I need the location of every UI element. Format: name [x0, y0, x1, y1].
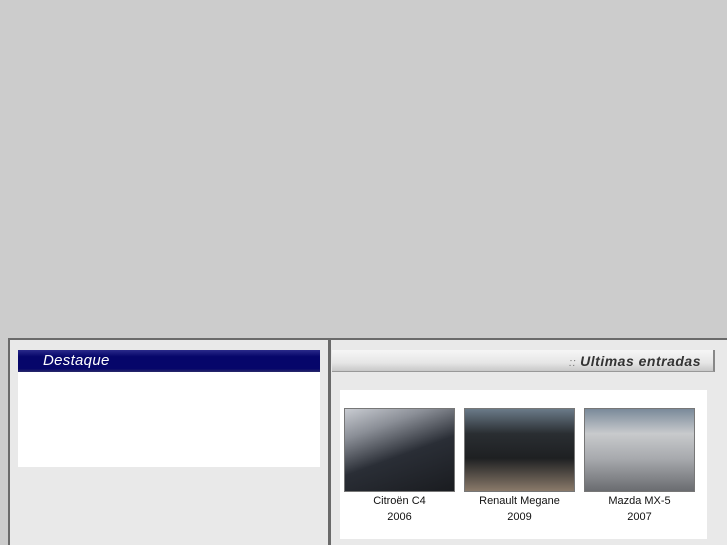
car-card[interactable]: Renault Megane 2009	[464, 408, 575, 523]
car-card[interactable]: Citroën C4 2006	[344, 408, 455, 523]
featured-header: Destaque	[18, 350, 320, 372]
car-name[interactable]: Citroën C4	[344, 495, 455, 507]
featured-content	[18, 372, 320, 467]
latest-panel: :: Ultimas entradas Citroën C4 2006 Renau…	[329, 338, 727, 545]
car-photo[interactable]	[344, 408, 455, 492]
car-card[interactable]: Mazda MX-5 2007	[584, 408, 695, 523]
car-year: 2009	[507, 511, 532, 523]
featured-panel: Destaque	[8, 338, 330, 545]
featured-title: Destaque	[43, 352, 110, 369]
car-name[interactable]: Renault Megane	[464, 495, 575, 507]
latest-listing: Citroën C4 2006 Renault Megane 2009 Mazd…	[340, 390, 707, 539]
car-photo[interactable]	[584, 408, 695, 492]
car-photo[interactable]	[464, 408, 575, 492]
latest-title: Ultimas entradas	[580, 353, 701, 369]
car-year: 2007	[627, 511, 652, 523]
car-year: 2006	[387, 511, 412, 523]
car-name[interactable]: Mazda MX-5	[584, 495, 695, 507]
header-separator: ::	[569, 357, 577, 369]
latest-header: :: Ultimas entradas	[332, 350, 715, 372]
